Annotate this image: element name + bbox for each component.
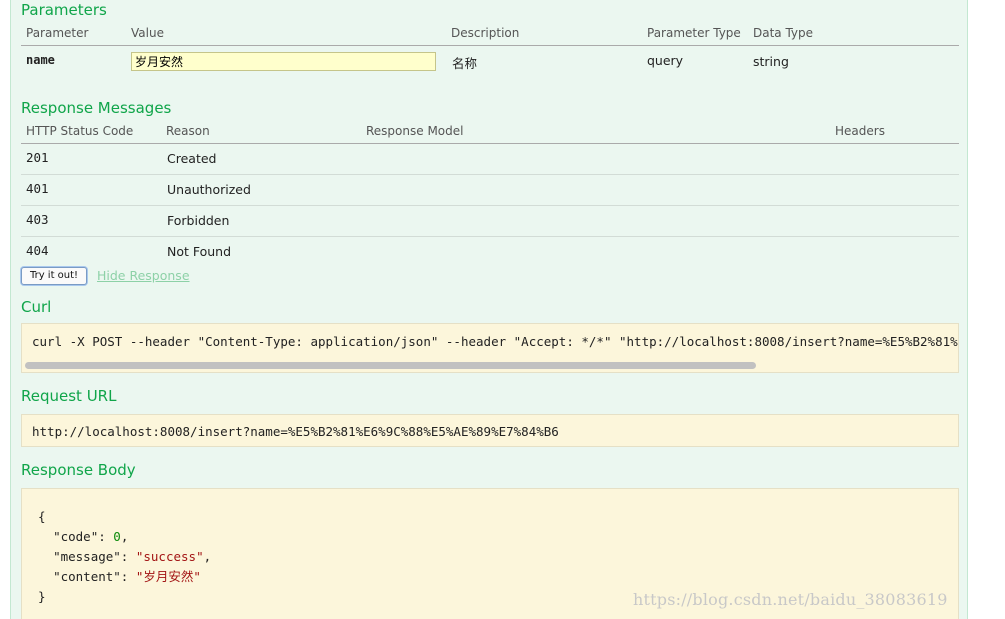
curl-heading: Curl <box>21 298 52 316</box>
status-reason: Unauthorized <box>167 182 251 197</box>
json-value: "岁月安然" <box>135 569 201 584</box>
curl-scrollbar-thumb[interactable] <box>25 362 756 369</box>
col-status-code: HTTP Status Code <box>26 124 134 138</box>
param-data-type: string <box>753 54 789 69</box>
json-value: "success" <box>135 549 204 564</box>
parameters-heading: Parameters <box>21 1 107 19</box>
response-body-heading: Response Body <box>21 461 136 479</box>
responses-header-rule <box>21 143 959 144</box>
row-divider <box>21 205 959 206</box>
hide-response-link[interactable]: Hide Response <box>97 268 190 283</box>
json-trail: , <box>203 549 212 564</box>
status-code: 403 <box>26 212 49 227</box>
json-sep: : <box>120 569 136 584</box>
json-open-brace: { <box>38 509 46 524</box>
response-json: { "code": 0, "message": "success", "cont… <box>38 507 211 607</box>
parameters-header-rule <box>21 45 959 46</box>
param-name: name <box>26 53 55 67</box>
json-key: "message" <box>53 549 121 564</box>
try-it-out-button[interactable]: Try it out! <box>21 267 87 285</box>
col-reason: Reason <box>166 124 210 138</box>
row-divider <box>21 174 959 175</box>
name-value-input[interactable] <box>131 52 436 71</box>
json-sep: : <box>120 549 136 564</box>
json-trail: , <box>120 529 129 544</box>
col-parameter-type: Parameter Type <box>647 26 741 40</box>
col-parameter: Parameter <box>26 26 89 40</box>
curl-command: curl -X POST --header "Content-Type: app… <box>32 334 958 349</box>
json-key: "content" <box>53 569 121 584</box>
status-reason: Created <box>167 151 217 166</box>
param-description: 名称 <box>452 56 478 71</box>
status-reason: Not Found <box>167 244 232 259</box>
json-key: "code" <box>53 529 99 544</box>
param-type: query <box>647 53 684 68</box>
row-divider <box>21 236 959 237</box>
json-close-brace: } <box>38 589 46 604</box>
curl-box: curl -X POST --header "Content-Type: app… <box>21 323 959 373</box>
json-sep: : <box>98 529 114 544</box>
col-headers: Headers <box>835 124 885 138</box>
watermark: https://blog.csdn.net/baidu_38083619 <box>633 590 948 609</box>
col-data-type: Data Type <box>753 26 814 40</box>
response-messages-heading: Response Messages <box>21 99 172 117</box>
json-value: 0 <box>113 529 121 544</box>
col-description: Description <box>451 26 520 40</box>
status-code: 201 <box>26 150 49 165</box>
request-url-heading: Request URL <box>21 387 117 405</box>
status-reason: Forbidden <box>167 213 230 228</box>
curl-scrollbar[interactable] <box>23 361 957 370</box>
col-value: Value <box>131 26 164 40</box>
request-url-text: http://localhost:8008/insert?name=%E5%B2… <box>32 424 559 439</box>
status-code: 401 <box>26 181 49 196</box>
status-code: 404 <box>26 243 49 258</box>
request-url-box: http://localhost:8008/insert?name=%E5%B2… <box>21 414 959 447</box>
col-response-model: Response Model <box>366 124 464 138</box>
